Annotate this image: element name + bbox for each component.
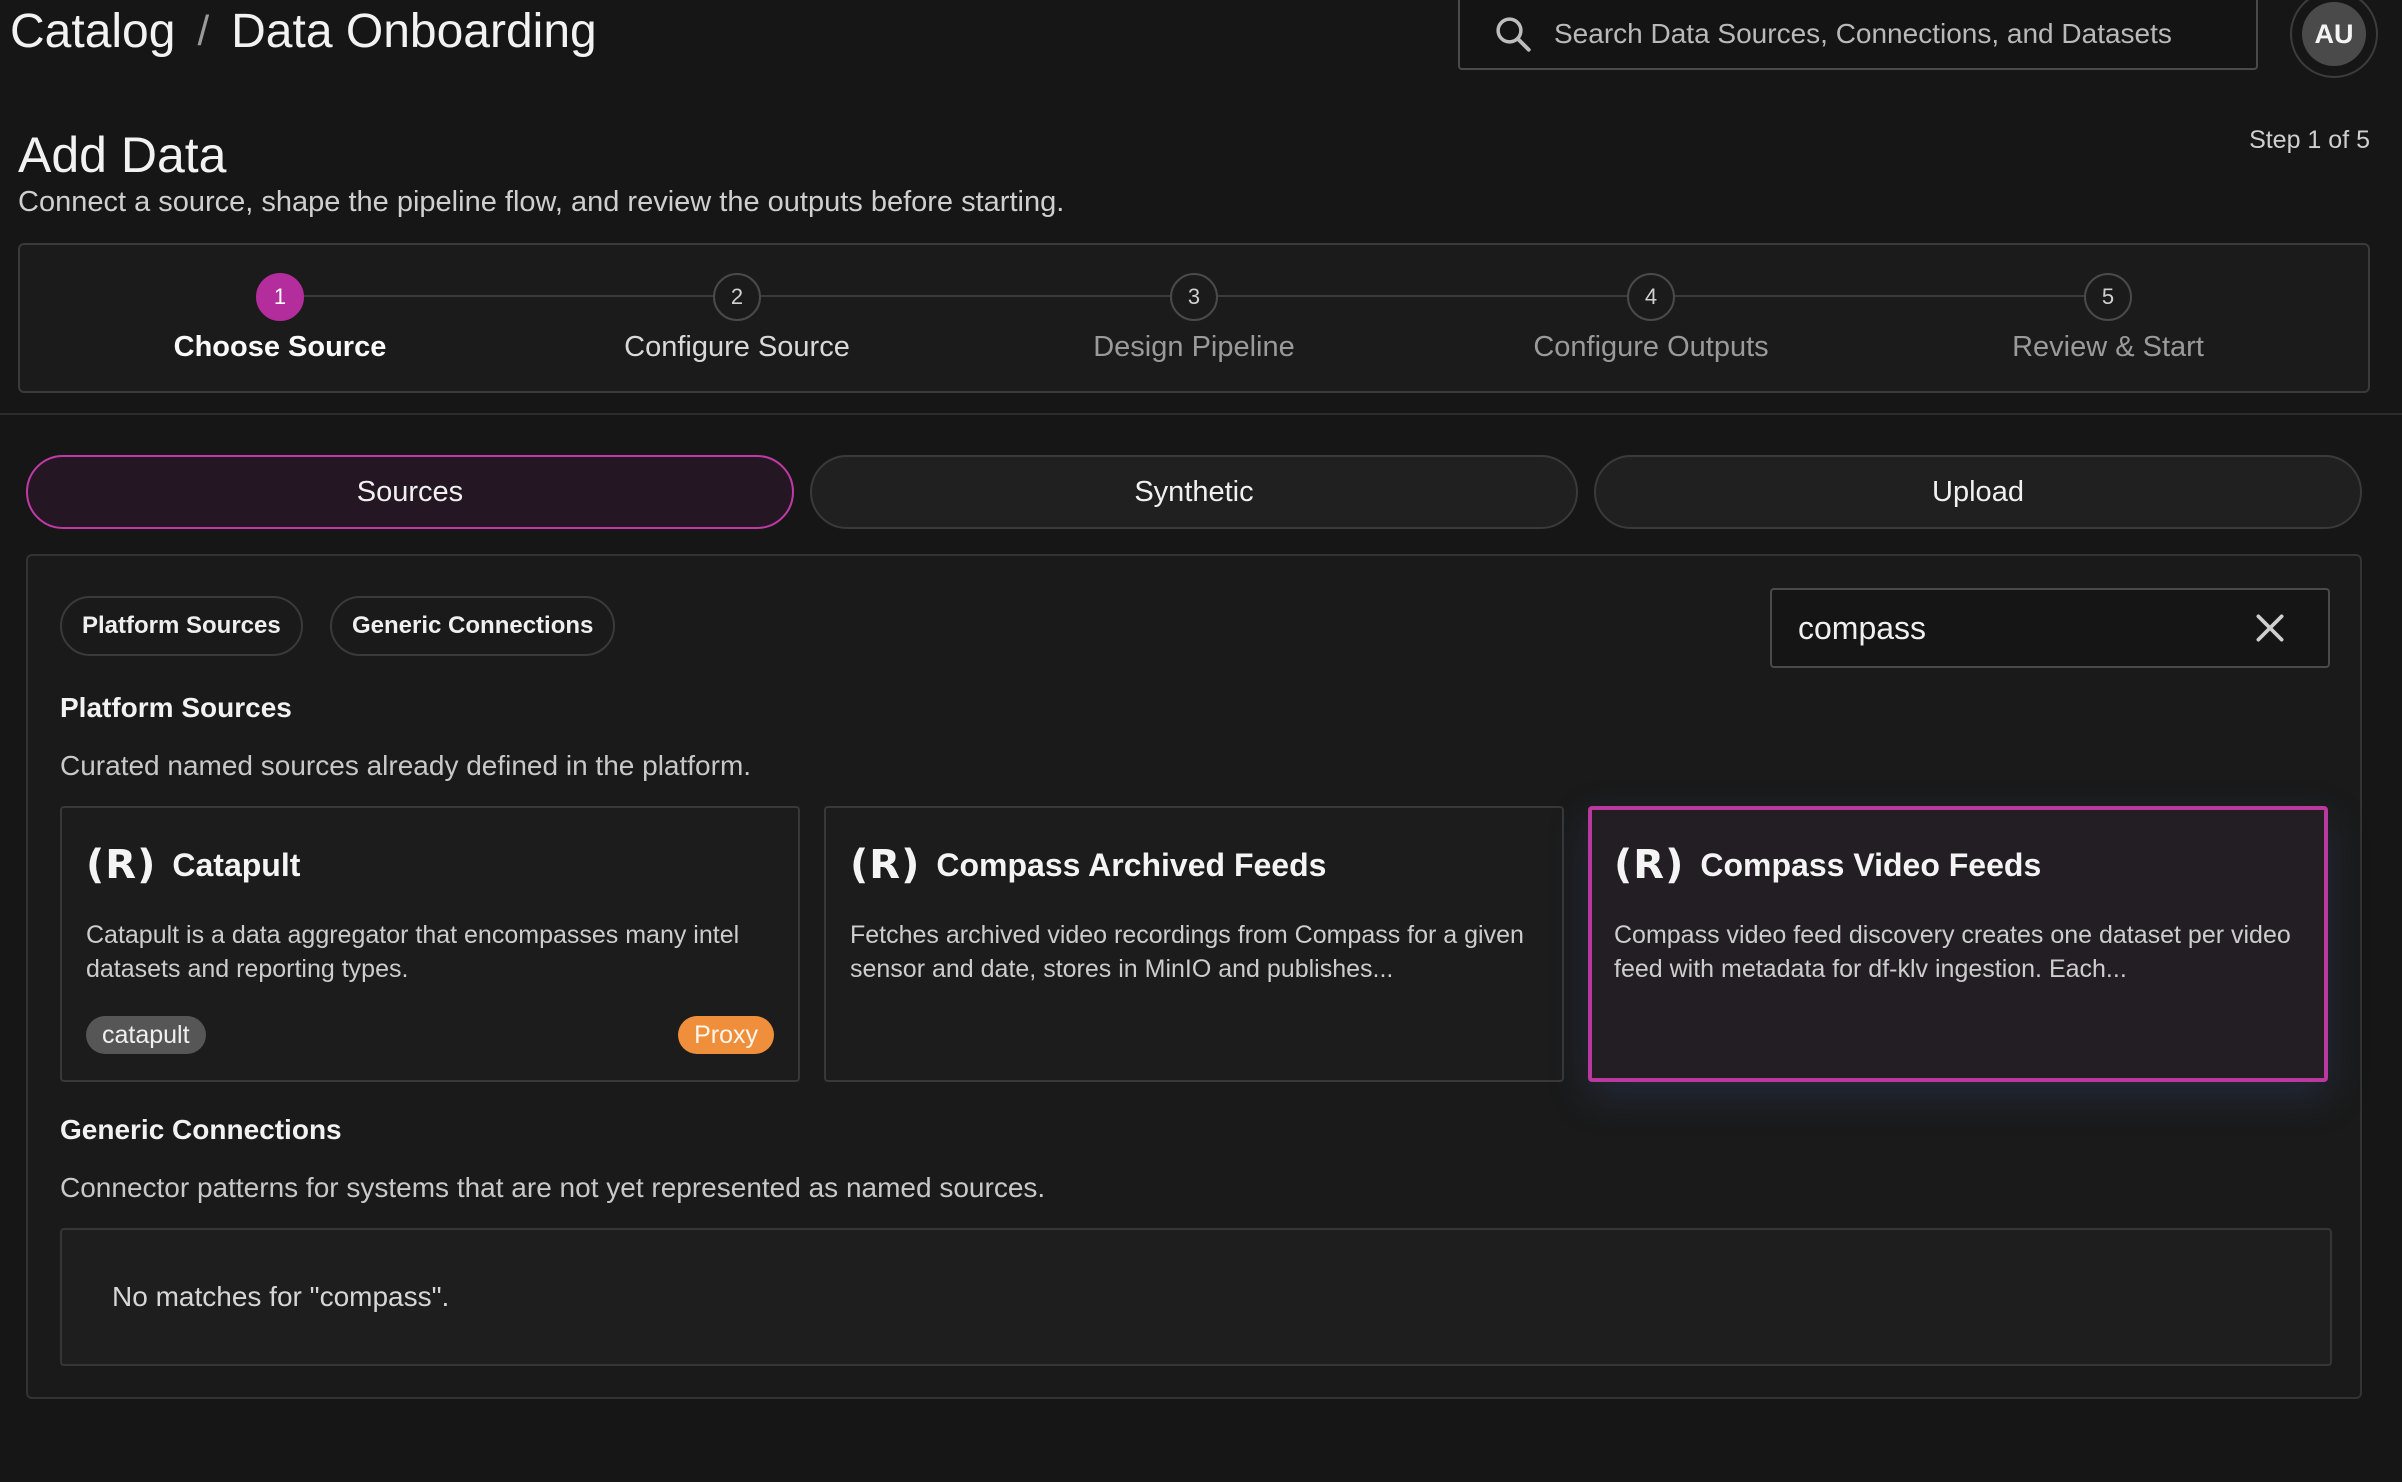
breadcrumb-separator: / bbox=[197, 7, 210, 54]
page-subtitle: Connect a source, shape the pipeline flo… bbox=[18, 186, 1065, 218]
avatar[interactable]: AU bbox=[2302, 2, 2366, 66]
generic-connections-title: Generic Connections bbox=[60, 1114, 342, 1145]
source-logo-icon: (R) bbox=[850, 842, 921, 888]
step-counter: Step 1 of 5 bbox=[2249, 126, 2370, 154]
card-description: Catapult is a data aggregator that encom… bbox=[86, 921, 740, 983]
source-tag: catapult bbox=[86, 1016, 206, 1054]
step-label: Choose Source bbox=[173, 331, 387, 363]
source-filter[interactable] bbox=[1770, 588, 2330, 668]
search-icon bbox=[1496, 17, 1531, 52]
tab-synthetic[interactable]: Synthetic bbox=[810, 455, 1578, 529]
source-picker-panel: Platform Sources Generic Connections Pla… bbox=[26, 554, 2362, 1399]
source-filter-input[interactable] bbox=[1772, 608, 2250, 648]
source-logo-icon: (R) bbox=[1614, 842, 1685, 888]
platform-sources-title: Platform Sources bbox=[60, 692, 292, 723]
step-number: 3 bbox=[1170, 273, 1218, 321]
step-label: Configure Outputs bbox=[1533, 331, 1769, 363]
step-number: 1 bbox=[256, 273, 304, 321]
source-card-compass-archived-feeds[interactable]: (R) Compass Archived Feeds Fetches archi… bbox=[824, 806, 1564, 1082]
step-number: 5 bbox=[2084, 273, 2132, 321]
card-header: (R) Catapult bbox=[86, 842, 300, 888]
card-header: (R) Compass Video Feeds bbox=[1614, 842, 2041, 888]
breadcrumb: Catalog / Data Onboarding bbox=[10, 0, 597, 62]
breadcrumb-catalog[interactable]: Catalog bbox=[10, 4, 175, 59]
filter-chip-generic-connections[interactable]: Generic Connections bbox=[330, 596, 616, 656]
step-configure-outputs[interactable]: 4 Configure Outputs bbox=[1451, 273, 1851, 364]
card-title: Catapult bbox=[172, 846, 301, 883]
step-label: Design Pipeline bbox=[1093, 331, 1295, 363]
generic-connections-empty-state: No matches for "compass". bbox=[60, 1228, 2332, 1366]
source-card-catapult[interactable]: (R) Catapult Catapult is a data aggregat… bbox=[60, 806, 800, 1082]
breadcrumb-data-onboarding: Data Onboarding bbox=[231, 4, 597, 58]
header-divider bbox=[0, 413, 2402, 415]
step-label: Configure Source bbox=[624, 331, 850, 363]
close-icon[interactable] bbox=[2250, 608, 2290, 648]
generic-connections-description: Connector patterns for systems that are … bbox=[60, 1172, 1046, 1203]
wizard-stepper: 1 Choose Source 2 Configure Source 3 Des… bbox=[18, 243, 2370, 393]
step-number: 2 bbox=[713, 273, 761, 321]
card-title: Compass Video Feeds bbox=[1700, 846, 2042, 883]
card-title: Compass Archived Feeds bbox=[936, 846, 1327, 883]
filter-chip-platform-sources[interactable]: Platform Sources bbox=[60, 596, 303, 656]
source-logo-icon: (R) bbox=[86, 842, 157, 888]
proxy-badge: Proxy bbox=[678, 1016, 774, 1054]
step-configure-source[interactable]: 2 Configure Source bbox=[537, 273, 937, 364]
card-description: Fetches archived video recordings from C… bbox=[850, 921, 1524, 983]
global-search[interactable] bbox=[1458, 0, 2258, 70]
tab-upload[interactable]: Upload bbox=[1594, 455, 2362, 529]
step-choose-source[interactable]: 1 Choose Source bbox=[80, 273, 480, 364]
global-search-input[interactable] bbox=[1552, 17, 2256, 51]
card-description: Compass video feed discovery creates one… bbox=[1614, 921, 2291, 983]
source-card-compass-video-feeds[interactable]: (R) Compass Video Feeds Compass video fe… bbox=[1588, 806, 2328, 1082]
user-menu[interactable]: AU bbox=[2290, 0, 2378, 78]
step-number: 4 bbox=[1627, 273, 1675, 321]
card-header: (R) Compass Archived Feeds bbox=[850, 842, 1326, 888]
step-review-start[interactable]: 5 Review & Start bbox=[1908, 273, 2308, 364]
page-title: Add Data bbox=[18, 127, 227, 183]
step-design-pipeline[interactable]: 3 Design Pipeline bbox=[994, 273, 1394, 364]
step-label: Review & Start bbox=[2012, 331, 2204, 363]
platform-sources-description: Curated named sources already defined in… bbox=[60, 750, 752, 781]
tab-sources[interactable]: Sources bbox=[26, 455, 794, 529]
